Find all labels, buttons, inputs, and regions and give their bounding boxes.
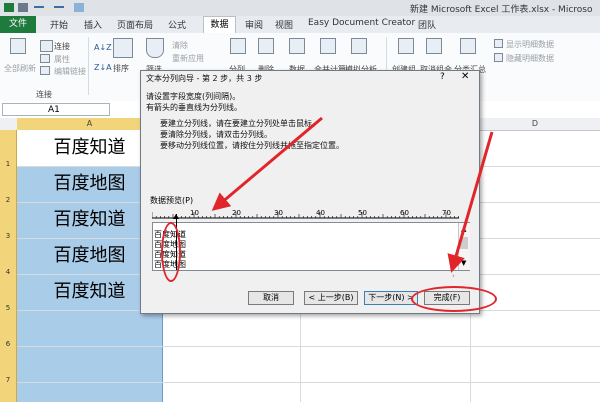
column-ruler[interactable]: 10 20 30 40 50 60 70 — [152, 206, 459, 219]
scroll-down-icon[interactable]: ▼ — [461, 259, 466, 267]
instruction-bullet-3: 要移动分列线位置，请按住分列线并拖至指定位置。 — [160, 141, 344, 150]
grid-line — [17, 346, 600, 347]
sort-za-button[interactable]: Z↓A — [94, 63, 112, 72]
preview-scrollbar[interactable]: ▲ ▼ — [458, 223, 470, 270]
sort-icon — [113, 38, 133, 58]
data-validation-icon — [289, 38, 305, 54]
row-header-1[interactable]: 1 — [0, 160, 16, 168]
ruler-label-60: 60 — [400, 209, 409, 217]
tab-insert[interactable]: 插入 — [84, 18, 102, 31]
subtotal-icon — [460, 38, 476, 54]
grid-line — [17, 382, 600, 383]
ruler-label-50: 50 — [358, 209, 367, 217]
reapply-filter-button[interactable]: 重新应用 — [172, 53, 204, 64]
tab-team[interactable]: 团队 — [418, 18, 436, 31]
sort-az-button[interactable]: A↓Z — [94, 43, 112, 52]
cancel-button[interactable]: 取消 — [248, 291, 294, 305]
tab-file[interactable]: 文件 — [0, 16, 36, 33]
dialog-title: 文本分列向导 - 第 2 步，共 3 步 — [146, 74, 263, 83]
row-header-7[interactable]: 7 — [0, 376, 16, 384]
tab-data[interactable]: 数据 — [203, 16, 236, 33]
scroll-right-icon[interactable]: › — [452, 272, 455, 280]
row-header-2[interactable]: 2 — [0, 196, 16, 204]
save-icon[interactable] — [18, 3, 28, 12]
instruction-line-1: 请设置字段宽度(列间隔)。 — [146, 92, 241, 101]
annotation-circle-finish — [411, 286, 497, 312]
excel-logo-icon — [4, 3, 14, 12]
ruler-label-10: 10 — [190, 209, 199, 217]
scroll-up-icon[interactable]: ▲ — [461, 225, 466, 233]
data-preview-box[interactable] — [152, 222, 470, 271]
tab-view[interactable]: 视图 — [275, 18, 293, 31]
properties-icon — [40, 54, 50, 63]
data-preview-label: 数据预览(P) — [150, 196, 194, 205]
connections-button[interactable]: 连接 — [54, 41, 70, 52]
properties-button[interactable]: 属性 — [54, 54, 70, 65]
group-icon — [398, 38, 414, 54]
edit-links-icon — [40, 66, 50, 75]
refresh-all-icon — [10, 38, 26, 54]
show-detail-button[interactable]: 显示明细数据 — [506, 39, 554, 50]
name-box-value: A1 — [48, 105, 60, 115]
sort-button[interactable]: 排序 — [113, 63, 129, 74]
row-header-5[interactable]: 5 — [0, 304, 16, 312]
instruction-bullet-2: 要清除分列线，请双击分列线。 — [160, 130, 272, 139]
quick-access-icon[interactable] — [74, 3, 84, 12]
show-detail-icon — [494, 39, 503, 48]
hide-detail-icon — [494, 53, 503, 62]
group-label-connections: 连接 — [36, 90, 52, 99]
tab-review[interactable]: 审阅 — [245, 18, 263, 31]
ruler-label-20: 20 — [232, 209, 241, 217]
back-button[interactable]: < 上一步(B) — [304, 291, 358, 305]
title-bar: 新建 Microsoft Excel 工作表.xlsx - Microso — [0, 0, 600, 17]
scroll-thumb[interactable] — [460, 237, 468, 249]
clear-filter-button[interactable]: 清除 — [172, 40, 188, 51]
filter-icon — [146, 38, 164, 58]
redo-icon[interactable] — [54, 6, 64, 13]
ruler-label-70: 70 — [442, 209, 451, 217]
connection-icon — [40, 40, 53, 52]
consolidate-icon — [320, 38, 336, 54]
close-button[interactable]: ✕ — [461, 71, 469, 82]
remove-duplicates-icon — [258, 38, 274, 54]
edit-links-button[interactable]: 编辑链接 — [54, 66, 86, 77]
what-if-icon — [351, 38, 367, 54]
tab-formulas[interactable]: 公式 — [168, 18, 186, 31]
tab-page-layout[interactable]: 页面布局 — [117, 18, 153, 31]
row-header-6[interactable]: 6 — [0, 340, 16, 348]
instruction-line-2: 有箭头的垂直线为分列线。 — [146, 103, 242, 112]
text-to-columns-icon — [230, 38, 246, 54]
column-header-d[interactable]: D — [470, 118, 600, 130]
refresh-all-button[interactable]: 全部刷新 — [4, 63, 36, 74]
row-headers: 1 2 3 4 5 6 7 — [0, 130, 17, 402]
undo-icon[interactable] — [34, 6, 44, 13]
ruler-label-30: 30 — [274, 209, 283, 217]
next-button[interactable]: 下一步(N) > — [364, 291, 418, 305]
hide-detail-button[interactable]: 隐藏明细数据 — [506, 53, 554, 64]
break-arrow-icon — [173, 214, 179, 219]
annotation-circle-preview — [161, 222, 181, 282]
help-button[interactable]: ? — [440, 72, 445, 82]
name-box[interactable]: A1 — [2, 103, 110, 116]
ribbon-tabs: 开始 插入 页面布局 公式 审阅 视图 Easy Document Creato… — [0, 16, 600, 34]
ruler-label-40: 40 — [316, 209, 325, 217]
tab-easy-document-creator[interactable]: Easy Document Creator — [308, 18, 415, 28]
window-title: 新建 Microsoft Excel 工作表.xlsx - Microso — [410, 5, 593, 15]
row-header-4[interactable]: 4 — [0, 268, 16, 276]
row-header-3[interactable]: 3 — [0, 232, 16, 240]
group-separator — [88, 37, 89, 95]
tab-home[interactable]: 开始 — [50, 18, 68, 31]
ungroup-icon — [426, 38, 442, 54]
instruction-bullet-1: 要建立分列线，请在要建立分列处单击鼠标。 — [160, 119, 320, 128]
